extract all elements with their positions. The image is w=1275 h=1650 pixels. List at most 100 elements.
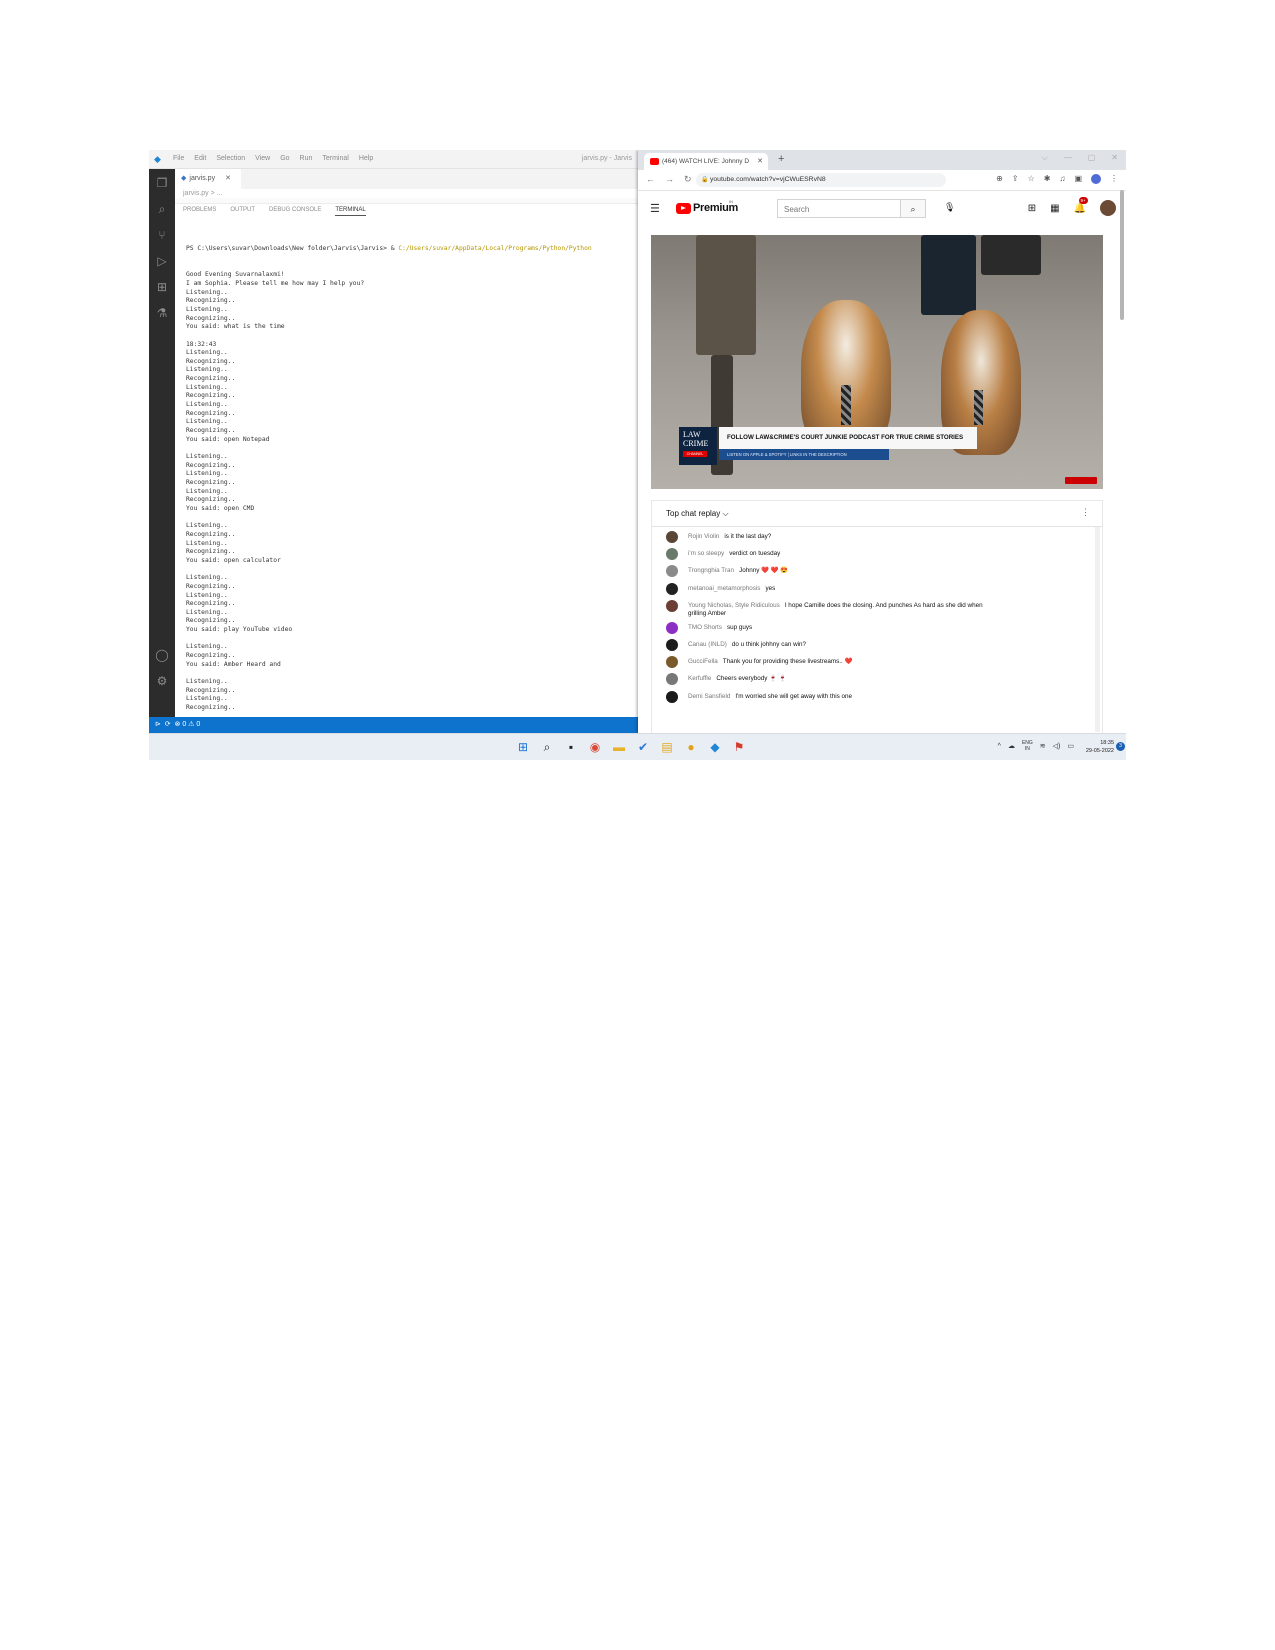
search-button[interactable]: ⌕	[900, 199, 926, 218]
chat-author-name[interactable]: Young Nicholas, Style Ridiculous	[688, 602, 780, 610]
chat-author-name[interactable]: Canau (INLD)	[688, 641, 727, 649]
run-debug-icon[interactable]: ▷	[154, 253, 170, 269]
chat-author-name[interactable]: TMO Shorts	[688, 624, 722, 632]
language-indicator[interactable]: ENG IN	[1022, 740, 1033, 752]
address-bar[interactable]: 🔒 youtube.com/watch?v=vjCWuESRvN8	[696, 173, 946, 187]
lock-icon[interactable]: 🔒	[701, 173, 708, 187]
reload-icon[interactable]: ↻	[684, 174, 692, 185]
accounts-icon[interactable]: ◯	[154, 647, 170, 663]
wifi-icon[interactable]: ≋	[1040, 742, 1046, 750]
explorer-icon[interactable]: ❐	[154, 175, 170, 191]
onedrive-icon[interactable]: ☁	[1008, 742, 1015, 750]
terminal-output[interactable]: PS C:\Users\suvar\Downloads\New folder\J…	[186, 228, 638, 730]
create-video-icon[interactable]: ⊞	[1028, 203, 1036, 214]
tab-output[interactable]: OUTPUT	[230, 207, 255, 216]
chat-author-name[interactable]: i'm so sleepy	[688, 550, 724, 558]
task-view-icon[interactable]: ▪	[563, 739, 579, 755]
breadcrumb[interactable]: jarvis.py > ...	[183, 190, 222, 197]
close-tab-icon[interactable]: ✕	[757, 153, 763, 170]
chrome-icon[interactable]: ◉	[587, 739, 603, 755]
chat-author-name[interactable]: Rojin Violin	[688, 533, 719, 541]
chat-author-avatar[interactable]	[666, 691, 678, 703]
taskbar-clock[interactable]: 18:35 29-05-2022	[1086, 739, 1114, 755]
extensions-puzzle-icon[interactable]: ✱	[1044, 174, 1051, 184]
editor-area[interactable]	[175, 198, 638, 204]
profile-avatar-icon[interactable]	[1091, 174, 1101, 184]
chat-author-avatar[interactable]	[666, 600, 678, 612]
extensions-icon[interactable]: ⊞	[154, 279, 170, 295]
apps-grid-icon[interactable]: ▦	[1050, 203, 1059, 214]
install-app-icon[interactable]: ⊕	[996, 174, 1003, 184]
subscribe-watermark[interactable]	[1065, 477, 1097, 484]
chat-author-avatar[interactable]	[666, 656, 678, 668]
testing-icon[interactable]: ⚗	[154, 305, 170, 321]
vscode-icon[interactable]: ◆	[707, 739, 723, 755]
menu-item-selection[interactable]: Selection	[216, 155, 245, 162]
new-tab-button[interactable]: +	[778, 153, 784, 165]
chat-author-name[interactable]: GucciFella	[688, 658, 718, 666]
menu-item-file[interactable]: File	[173, 155, 184, 162]
chat-author-avatar[interactable]	[666, 565, 678, 577]
minimize-icon[interactable]: —	[1064, 153, 1072, 163]
todo-icon[interactable]: ✔	[635, 739, 651, 755]
chrome-menu-icon[interactable]: ⋮	[1110, 174, 1118, 184]
chat-author-avatar[interactable]	[666, 583, 678, 595]
forward-icon[interactable]: →	[665, 174, 674, 185]
youtube-logo-icon[interactable]	[676, 203, 691, 214]
more-options-icon[interactable]: ⋮	[1081, 507, 1090, 518]
python-icon[interactable]: ⚑	[731, 739, 747, 755]
notifications-bell-icon[interactable]: 🔔 9+	[1074, 196, 1088, 214]
chat-author-avatar[interactable]	[666, 622, 678, 634]
menu-item-edit[interactable]: Edit	[194, 155, 206, 162]
chat-author-name[interactable]: Demi Sansfield	[688, 693, 730, 701]
maximize-icon[interactable]: ▢	[1088, 153, 1096, 163]
menu-item-terminal[interactable]: Terminal	[322, 155, 348, 162]
chat-message-list[interactable]: Rojin Violin is it the last day? i'm so sl…	[652, 527, 1092, 732]
battery-icon[interactable]: ▭	[1067, 742, 1074, 750]
media-icon[interactable]: ♫	[1059, 174, 1065, 184]
account-avatar[interactable]	[1100, 200, 1116, 216]
microphone-icon[interactable]: 🎙	[944, 202, 955, 213]
chat-author-avatar[interactable]	[666, 639, 678, 651]
chat-author-name[interactable]: Kerfuffle	[688, 675, 711, 683]
search-input[interactable]: Search	[777, 199, 900, 218]
chat-scrollbar[interactable]	[1095, 527, 1100, 732]
search-icon[interactable]: ⌕	[154, 201, 170, 217]
tab-search-icon[interactable]: ⌵	[1042, 153, 1048, 163]
file-explorer-icon[interactable]: ▬	[611, 739, 627, 755]
tab-problems[interactable]: PROBLEMS	[183, 207, 216, 216]
chat-author-avatar[interactable]	[666, 531, 678, 543]
problems-status[interactable]: ⊳ ⟳ ⊗ 0 ⚠ 0	[155, 717, 200, 733]
video-player[interactable]: LAW CRIME CHANNEL FOLLOW LAW&CRIME'S COU…	[651, 235, 1103, 489]
menu-item-view[interactable]: View	[255, 155, 270, 162]
menu-item-go[interactable]: Go	[280, 155, 289, 162]
source-control-icon[interactable]: ⑂	[154, 227, 170, 243]
notes-icon[interactable]: ▤	[659, 739, 675, 755]
back-icon[interactable]: ←	[646, 174, 655, 185]
show-hidden-icons-icon[interactable]: ^	[998, 743, 1001, 750]
page-scrollbar[interactable]	[1120, 190, 1124, 320]
volume-icon[interactable]: ◁)	[1053, 742, 1061, 750]
search-icon[interactable]: ⌕	[539, 739, 555, 755]
settings-gear-icon[interactable]: ⚙	[154, 673, 170, 689]
tab-jarvis-py[interactable]: ◆ jarvis.py ✕	[175, 169, 241, 189]
remote-icon[interactable]: ⊳	[155, 721, 161, 728]
side-panel-icon[interactable]: ▣	[1074, 174, 1082, 184]
close-tab-icon[interactable]: ✕	[225, 175, 231, 182]
browser-tab[interactable]: (464) WATCH LIVE: Johnny D ✕	[644, 153, 768, 170]
chat-author-avatar[interactable]	[666, 673, 678, 685]
notification-badge[interactable]: 3	[1116, 742, 1125, 751]
windows-start-icon[interactable]: ⊞	[515, 739, 531, 755]
chat-author-name[interactable]: metanoai_metamorphosis	[688, 585, 760, 593]
tab-terminal[interactable]: TERMINAL	[335, 207, 366, 216]
chat-author-name[interactable]: Trongnghia Tran	[688, 567, 734, 575]
problems-count[interactable]: ⊗ 0 ⚠ 0	[175, 721, 201, 728]
tab-debug-console[interactable]: DEBUG CONSOLE	[269, 207, 321, 216]
bookmark-star-icon[interactable]: ☆	[1028, 174, 1035, 184]
hamburger-menu-icon[interactable]: ☰	[650, 202, 660, 215]
menu-item-help[interactable]: Help	[359, 155, 373, 162]
chat-mode-dropdown[interactable]: Top chat replay ⌵	[666, 509, 729, 519]
app-icon[interactable]: ●	[683, 739, 699, 755]
close-window-icon[interactable]: ✕	[1111, 153, 1118, 163]
chat-author-avatar[interactable]	[666, 548, 678, 560]
